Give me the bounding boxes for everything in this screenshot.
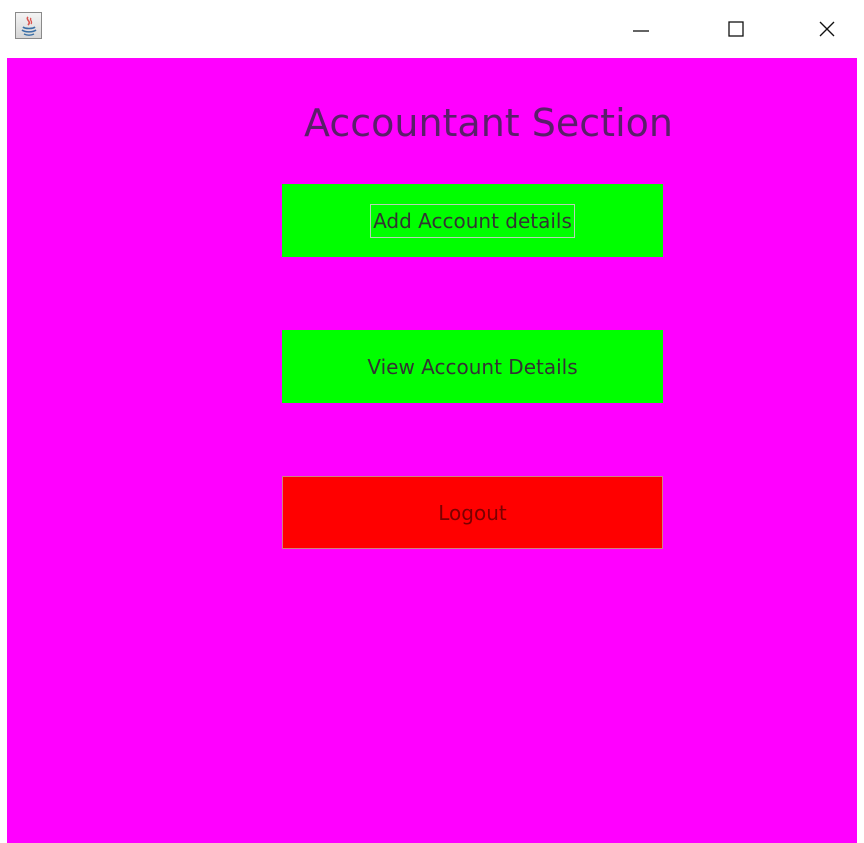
minimize-button[interactable] (618, 0, 664, 58)
add-account-details-label: Add Account details (370, 203, 575, 238)
content-panel: Accountant Section Add Account details V… (7, 58, 857, 843)
maximize-icon (728, 21, 744, 37)
close-icon (819, 21, 835, 37)
java-app-icon[interactable] (15, 12, 42, 39)
minimize-icon (633, 30, 649, 32)
close-button[interactable] (804, 0, 850, 58)
title-bar[interactable] (0, 0, 864, 58)
view-account-details-label: View Account Details (367, 354, 578, 379)
add-account-details-button[interactable]: Add Account details (282, 184, 663, 257)
logout-label: Logout (438, 500, 507, 525)
maximize-button[interactable] (713, 0, 759, 58)
page-title: Accountant Section (304, 101, 673, 145)
app-window: Accountant Section Add Account details V… (0, 0, 864, 843)
view-account-details-button[interactable]: View Account Details (282, 330, 663, 403)
logout-button[interactable]: Logout (282, 476, 663, 549)
